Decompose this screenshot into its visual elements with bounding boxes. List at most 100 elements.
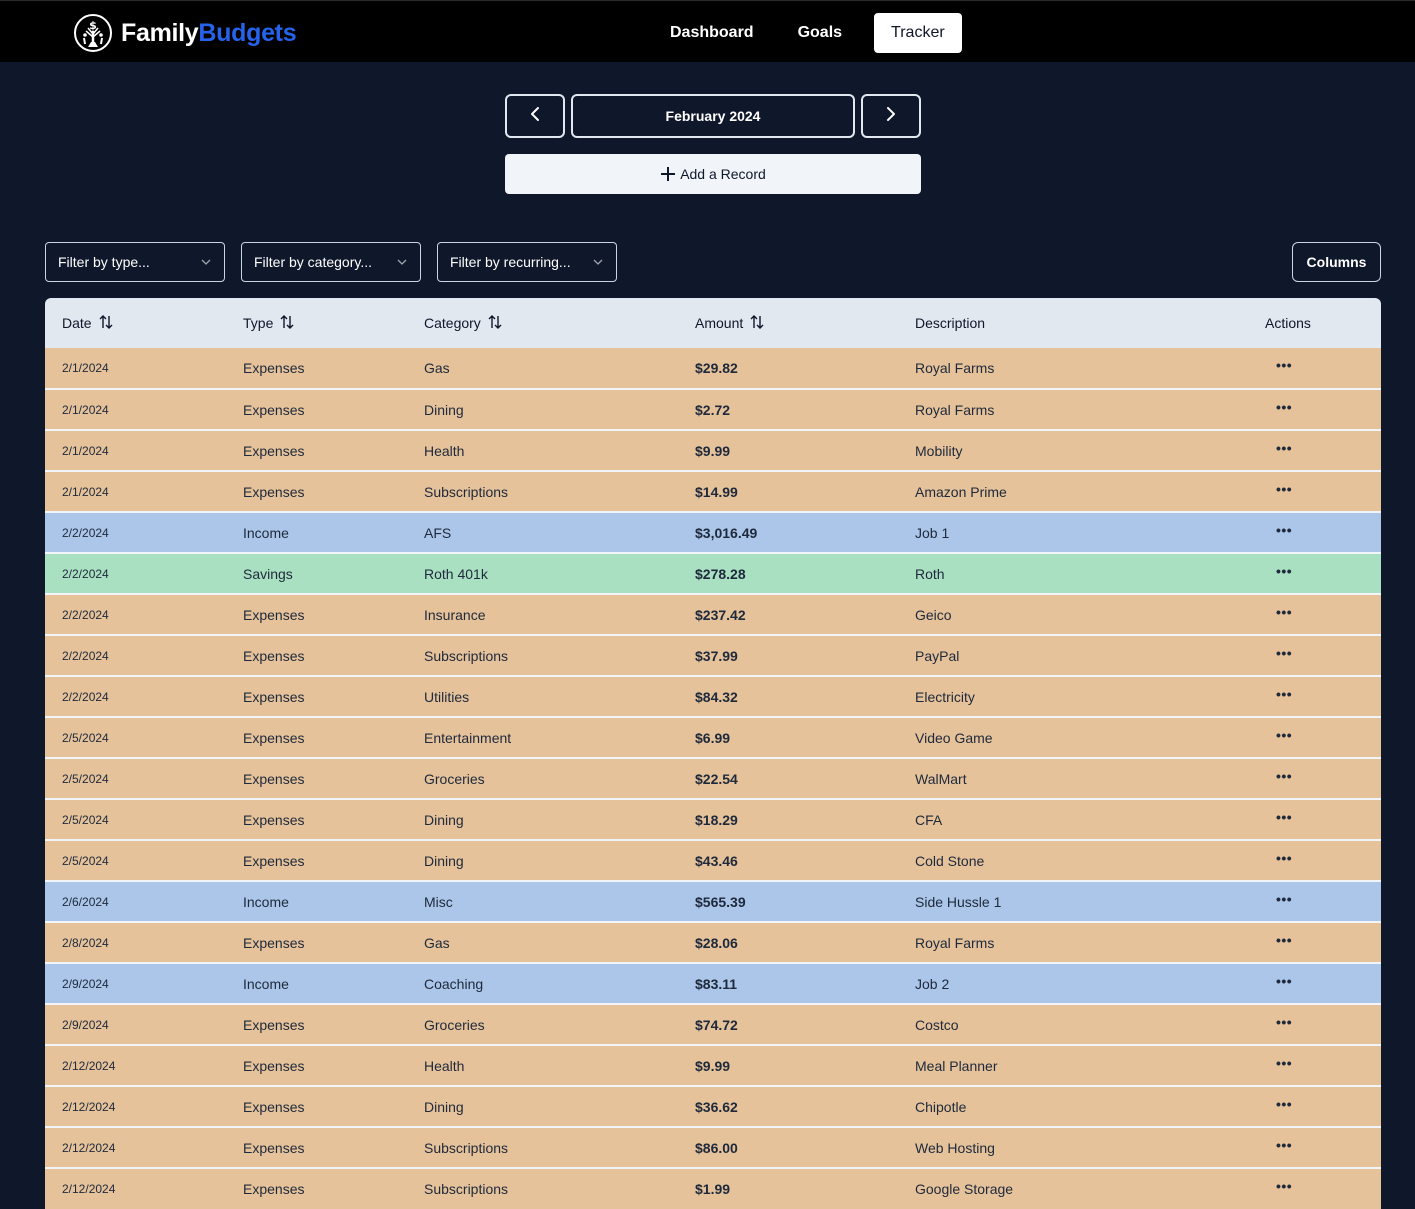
table-row[interactable]: 2/5/2024 Expenses Dining $43.46 Cold Stone ••… [45,840,1381,881]
chevron-left-icon [528,106,542,127]
more-actions-icon[interactable]: ••• [1276,646,1292,660]
cell-actions: ••• [1248,758,1381,799]
table-row[interactable]: 2/2/2024 Expenses Subscriptions $37.99 PayPa… [45,635,1381,676]
cell-amount: $2.72 [695,401,731,418]
table-row[interactable]: 2/12/2024 Expenses Subscriptions $1.99 Googl… [45,1168,1381,1209]
cell-category: Gas [424,360,450,376]
more-actions-icon[interactable]: ••• [1276,769,1292,783]
more-actions-icon[interactable]: ••• [1276,1015,1292,1029]
cell-type: Expenses [243,606,305,623]
table-row[interactable]: 2/1/2024 Expenses Subscriptions $14.99 Amazo… [45,471,1381,512]
column-header-date-label: Date [62,315,92,331]
more-actions-icon[interactable]: ••• [1276,892,1292,906]
cell-type: Expenses [243,770,305,787]
brand-name: FamilyBudgets [121,18,297,47]
columns-button[interactable]: Columns [1292,242,1381,282]
cell-amount: $36.62 [695,1098,738,1115]
table-row[interactable]: 2/5/2024 Expenses Entertainment $6.99 Video … [45,717,1381,758]
next-month-button[interactable] [861,94,921,138]
cell-date: 2/2/2024 [62,607,109,622]
table-row[interactable]: 2/12/2024 Expenses Dining $36.62 Chipotle ••• [45,1086,1381,1127]
table-row[interactable]: 2/9/2024 Expenses Groceries $74.72 Costco ••• [45,1004,1381,1045]
more-actions-icon[interactable]: ••• [1276,1097,1292,1111]
more-actions-icon[interactable]: ••• [1276,974,1292,988]
cell-category: Subscriptions [424,1139,509,1156]
table-row[interactable]: 2/5/2024 Expenses Dining $18.29 CFA ••• [45,799,1381,840]
nav-dashboard[interactable]: Dashboard [650,13,774,53]
more-actions-icon[interactable]: ••• [1276,400,1292,414]
cell-amount: $9.99 [695,442,731,459]
table-row[interactable]: 2/5/2024 Expenses Groceries $22.54 WalMart ••… [45,758,1381,799]
column-header-type[interactable]: Type [226,298,407,348]
table-row[interactable]: 2/1/2024 Expenses Health $9.99 Mobility ••• [45,430,1381,471]
table-row[interactable]: 2/2/2024 Expenses Utilities $84.32 Electrici… [45,676,1381,717]
more-actions-icon[interactable]: ••• [1276,1138,1292,1152]
more-actions-icon[interactable]: ••• [1276,1056,1292,1070]
table-row[interactable]: 2/6/2024 Income Misc $565.39 Side Hussle 1 ••… [45,881,1381,922]
table-row[interactable]: 2/8/2024 Expenses Gas $28.06 Royal Farms ••• [45,922,1381,963]
cell-description: Video Game [915,729,993,746]
cell-description: Geico [915,606,952,623]
cell-category: AFS [424,524,452,541]
brand-name-part2: Budgets [198,18,297,47]
more-actions-icon[interactable]: ••• [1276,851,1292,865]
cell-date: 2/9/2024 [62,1017,109,1032]
table-row[interactable]: 2/12/2024 Expenses Subscriptions $86.00 Web … [45,1127,1381,1168]
sort-arrows-icon[interactable] [98,314,114,332]
sort-arrows-icon[interactable] [279,314,295,332]
more-actions-icon[interactable]: ••• [1276,441,1292,455]
previous-month-button[interactable] [505,94,565,138]
top-navbar: $ FamilyBudgets Dashboard Goals Tracker [0,0,1415,62]
column-header-amount[interactable]: Amount [678,298,898,348]
sort-arrows-icon[interactable] [749,314,765,332]
table-row[interactable]: 2/2/2024 Savings Roth 401k $278.28 Roth ••• [45,553,1381,594]
nav-tracker[interactable]: Tracker [874,13,962,53]
more-actions-icon[interactable]: ••• [1276,605,1292,619]
filter-recurring-select[interactable]: Filter by recurring... [437,242,617,282]
cell-actions: ••• [1248,430,1381,471]
more-actions-icon[interactable]: ••• [1276,564,1292,578]
more-actions-icon[interactable]: ••• [1276,933,1292,947]
cell-description: Job 1 [915,524,950,541]
cell-description: CFA [915,811,943,828]
cell-date: 2/1/2024 [62,402,109,417]
more-actions-icon[interactable]: ••• [1276,358,1292,372]
more-actions-icon[interactable]: ••• [1276,687,1292,701]
cell-type: Savings [243,565,293,582]
cell-type: Expenses [243,811,305,828]
filter-type-select[interactable]: Filter by type... [45,242,225,282]
table-row[interactable]: 2/12/2024 Expenses Health $9.99 Meal Planner… [45,1045,1381,1086]
current-month-button[interactable]: February 2024 [571,94,855,138]
more-actions-icon[interactable]: ••• [1276,1179,1292,1193]
more-actions-icon[interactable]: ••• [1276,482,1292,496]
cell-date: 2/2/2024 [62,689,109,704]
table-row[interactable]: 2/1/2024 Expenses Dining $2.72 Royal Farms ••… [45,389,1381,430]
cell-type: Expenses [243,1139,305,1156]
more-actions-icon[interactable]: ••• [1276,523,1292,537]
column-header-amount-label: Amount [695,315,744,331]
column-header-date[interactable]: Date [45,298,226,348]
sort-arrows-icon[interactable] [487,314,503,332]
brand[interactable]: $ FamilyBudgets [73,13,297,53]
more-actions-icon[interactable]: ••• [1276,728,1292,742]
cell-amount: $9.99 [695,1057,731,1074]
cell-amount: $84.32 [695,688,738,705]
cell-description: Cold Stone [915,852,985,869]
cell-description: WalMart [915,770,967,787]
nav-goals[interactable]: Goals [778,13,862,53]
more-actions-icon[interactable]: ••• [1276,810,1292,824]
cell-type: Income [243,975,289,992]
table-row[interactable]: 2/2/2024 Expenses Insurance $237.42 Geico ••• [45,594,1381,635]
table-row[interactable]: 2/2/2024 Income AFS $3,016.49 Job 1 ••• [45,512,1381,553]
column-header-category[interactable]: Category [407,298,678,348]
filter-category-select[interactable]: Filter by category... [241,242,421,282]
add-record-button[interactable]: Add a Record [505,154,921,194]
cell-description: Mobility [915,442,963,459]
cell-type: Expenses [243,401,305,418]
cell-type: Expenses [243,1181,305,1197]
table-row[interactable]: 2/1/2024 Expenses Gas $29.82 Royal Farms ••• [45,348,1381,389]
cell-category: Roth 401k [424,565,488,582]
table-row[interactable]: 2/9/2024 Income Coaching $83.11 Job 2 ••• [45,963,1381,1004]
cell-category: Coaching [424,975,484,992]
cell-date: 2/12/2024 [62,1140,116,1155]
